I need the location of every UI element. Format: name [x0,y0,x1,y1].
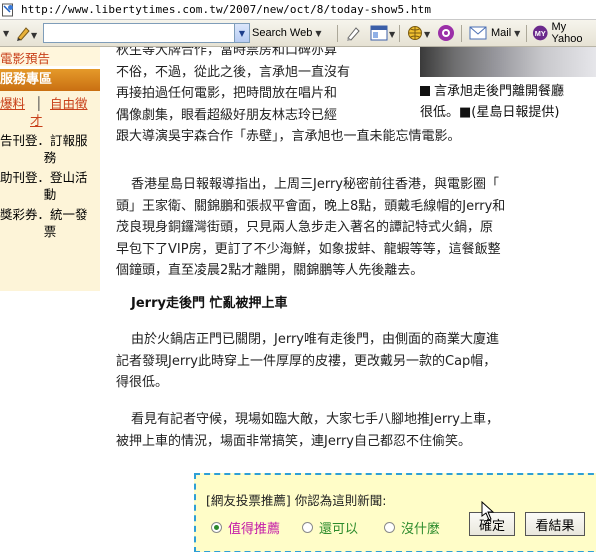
paragraph: 香港星島日報報導指出，上周三Jerry秘密前往香港，與電影圈「 [131,174,499,196]
text-line: 秋生等大牌合作，當時票房和口碑亦算 [116,47,338,58]
sidebar: 電影預告 服務專區 爆料 │ 自由徵 才 告刊登．訂報服 務 助刊登．登山活 動… [0,47,100,552]
text-line: 記者發現Jerry此時穿上一件厚厚的皮褸，更改戴另一款的Cap帽， [116,353,497,369]
sidebar-link-recruit-cont[interactable]: 才 [30,112,43,129]
search-dropdown-button[interactable]: ▼ [234,23,250,43]
paragraph-continued: 被押上車的情況，場面非常搞笑，連Jerry自己都忍不住偷笑。 [116,431,471,453]
globe-icon[interactable]: ▼ [407,23,435,43]
vote-option-label: 值得推薦 [228,522,281,537]
svg-text:▼: ▼ [424,30,431,39]
paragraph: 看見有記者守候，現場如臨大敵，大家七手八腳地推Jerry上車， [131,409,499,431]
text-line: 得很低。 [116,375,169,390]
page-icon [1,3,15,17]
highlight-icon[interactable] [344,23,362,43]
layout-icon[interactable]: ▼ [370,23,396,43]
mail-label: Mail [491,27,512,39]
vote-option-okay[interactable]: 還可以 [302,518,358,537]
sidebar-item-label: 票 [43,224,57,239]
my-yahoo-button[interactable]: MY My Yahoo [532,21,596,45]
vote-question: [網友投票推薦] 你認為這則新聞: [206,493,387,508]
paragraph: 秋生等大牌合作，當時票房和口碑亦算 不俗，不過，從此之後，言承旭一直沒有 再接拍… [116,47,461,148]
text-line: 早包下了VIP房，更訂了不少海鮮，如象拔蚌、龍蝦等等，這餐飯整 [116,241,501,257]
my-yahoo-icon: MY [532,25,548,41]
article-subheading: Jerry走後門 忙亂被押上車 [131,296,288,311]
article-body: 言承旭走後門離開餐廳 很低。■(星島日報提供) 秋生等大牌合作，當時票房和口碑亦… [101,47,596,552]
toolbar-dropdown-icon[interactable]: ▼ [0,23,9,43]
vote-option-meh[interactable]: 沒什麼 [384,518,440,537]
separator: │ [35,96,43,111]
my-yahoo-label: My Yahoo [551,21,583,45]
vote-option-label: 還可以 [319,522,359,537]
svg-text:MY: MY [535,29,546,38]
toolbar-divider [337,25,338,42]
sidebar-item-label: 電影預告 [0,51,51,66]
browser-toolbar: ▼ ▼ ▼ Search Web ▼ ▼ ▼ Mail ▼ MY My Yaho… [0,20,596,47]
mail-button[interactable]: Mail ▼ [469,23,520,43]
sidebar-item-label: 務 [43,150,57,165]
paragraph-continued: 頭」王家衛、關錦鵬和張叔平會面，晚上8點，頭戴毛線帽的Jerry和 茂良現身銅鑼… [116,196,505,282]
text-line: 由於火鍋店正門已關閉，Jerry唯有走後門，由側面的商業大廈進 [131,332,499,347]
sidebar-item-label: 助刊登．登山活 [0,170,88,185]
envelope-icon [469,26,487,40]
music-icon[interactable] [437,23,455,43]
text-line: 跟大導演吳宇森合作「赤壁」，言承旭也一直未能忘情電影。 [116,129,461,144]
sidebar-link-report[interactable]: 爆料 [0,95,25,112]
toolbar-divider [461,25,462,42]
address-url[interactable]: http://www.libertytimes.com.tw/2007/new/… [21,3,431,16]
text-line: 看見有記者守候，現場如臨大敵，大家七手八腳地推Jerry上車， [131,412,499,427]
sidebar-item-label: 動 [43,187,57,202]
text-line: 香港星島日報報導指出，上周三Jerry秘密前往香港，與電影圈「 [131,177,499,192]
view-results-button[interactable]: 看結果 [525,512,585,536]
address-bar[interactable]: http://www.libertytimes.com.tw/2007/new/… [0,0,596,20]
svg-text:▼: ▼ [31,31,38,40]
paragraph-continued: 記者發現Jerry此時穿上一件厚厚的皮褸，更改戴另一款的Cap帽， 得很低。 [116,351,496,394]
sidebar-link-recruit[interactable]: 自由徵 [50,95,88,112]
text-line: 頭」王家衛、關錦鵬和張叔平會面，晚上8點，頭戴毛線帽的Jerry和 [116,198,506,214]
sidebar-item-label: 獎彩券．統一發 [0,207,88,222]
chevron-down-icon: ▼ [315,28,322,38]
search-input[interactable] [43,23,235,43]
text-line: 不俗，不過，從此之後，言承旭一直沒有 [116,64,351,80]
sidebar-section-title: 服務專區 [0,69,100,91]
search-web-button[interactable]: Search Web ▼ [252,23,321,43]
pencil-icon[interactable]: ▼ [16,23,38,43]
sidebar-section-title-text: 服務專區 [0,72,53,87]
chevron-down-icon: ▼ [514,28,521,38]
vote-option-recommend[interactable]: 值得推薦 [211,518,280,537]
sidebar-service-list: 爆料 │ 自由徵 才 告刊登．訂報服 務 助刊登．登山活 動 獎彩券．統一發 票 [0,91,100,291]
sidebar-item-label: 告刊登．訂報服 [0,133,88,148]
sidebar-item-movie-trailer[interactable]: 電影預告 [0,47,100,66]
reader-vote-box: [網友投票推薦] 你認為這則新聞: 值得推薦 還可以 沒什麼 確定 看結果 [194,473,596,552]
text-line: 個鐘頭，直至凌晨2點才離開，關錦鵬等人先後離去。 [116,263,424,278]
toolbar-divider [526,25,527,42]
radio-icon[interactable] [384,522,395,533]
vote-option-label: 沒什麼 [401,522,441,537]
text-line: 茂良現身銅鑼灣街頭，只見兩人急步走入著名的譚記特式火鍋，原 [116,220,494,235]
radio-selected-icon[interactable] [211,522,222,533]
paragraph: 由於火鍋店正門已關閉，Jerry唯有走後門，由側面的商業大廈進 [131,329,499,351]
toolbar-divider [399,25,400,42]
text-line: 偶像劇集，眼看超級好朋友林志玲已經 [116,107,338,123]
mouse-cursor-icon [481,501,495,521]
text-line: 被押上車的情況，場面非常搞笑，連Jerry自己都忍不住偷笑。 [116,433,471,449]
text-line: 再接拍過任何電影，把時間放在唱片和 [116,86,338,101]
search-web-label: Search Web [252,27,313,39]
svg-text:▼: ▼ [389,30,396,39]
radio-icon[interactable] [302,522,313,533]
